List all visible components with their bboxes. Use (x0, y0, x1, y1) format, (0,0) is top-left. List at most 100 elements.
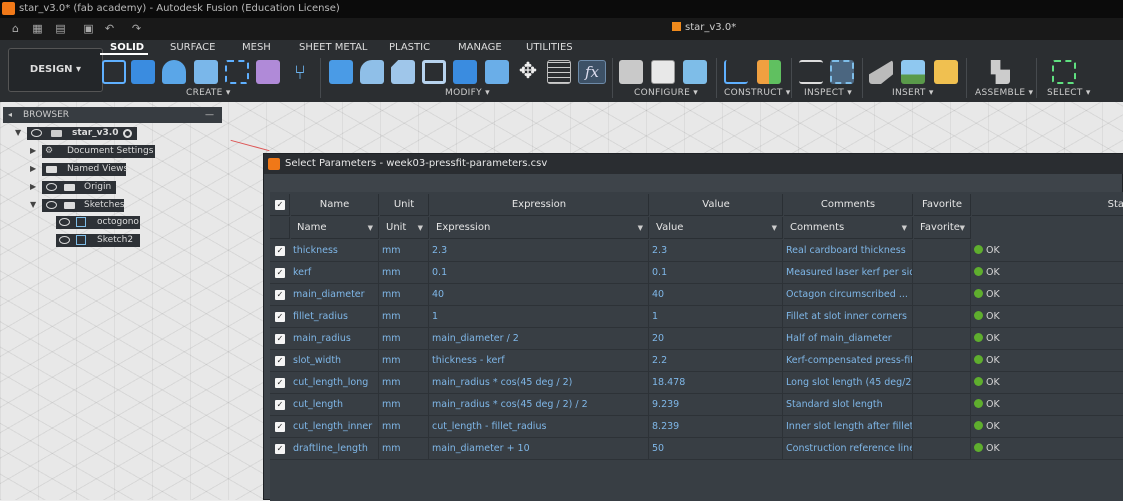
create-sketch-icon[interactable] (102, 60, 126, 84)
hole-icon[interactable] (194, 60, 218, 84)
table-row[interactable]: ✓ thickness mm 2.3 2.3 Real cardboard thickne… (270, 240, 1123, 262)
filter-favorite[interactable]: Favorite ▼ (914, 217, 971, 239)
filter-expression[interactable]: Expression ▼ (430, 217, 649, 239)
cell-favorite[interactable] (914, 394, 971, 416)
browser-sketch-item[interactable]: Sketch2 (56, 234, 140, 247)
tab-mesh[interactable]: MESH (242, 42, 271, 53)
tab-plastic[interactable]: PLASTIC (389, 42, 430, 53)
tab-surface[interactable]: SURFACE (170, 42, 215, 53)
cell-expression[interactable]: main_radius * cos(45 deg / 2) (430, 372, 649, 394)
cell-comment[interactable]: Inner slot length after fillet (784, 416, 913, 438)
dropdown-icon[interactable]: ▼ (368, 217, 373, 239)
cell-favorite[interactable] (914, 262, 971, 284)
cell-expression[interactable]: 40 (430, 284, 649, 306)
minimize-icon[interactable]: — (205, 107, 214, 123)
row-select-checkbox[interactable]: ✓ (275, 378, 285, 388)
visibility-eye-icon[interactable] (46, 183, 57, 191)
new-component-assemble-icon[interactable] (990, 60, 1010, 84)
visibility-eye-icon[interactable] (31, 129, 42, 137)
save-icon[interactable]: ▣ (82, 22, 95, 35)
table-row[interactable]: ✓ fillet_radius mm 1 1 Fillet at slot inner c… (270, 306, 1123, 328)
tab-manage[interactable]: MANAGE (458, 42, 502, 53)
cell-comment[interactable]: Standard slot length (784, 394, 913, 416)
dropdown-icon[interactable]: ▼ (418, 217, 423, 239)
shell-icon[interactable] (422, 60, 446, 84)
expand-arrow-icon[interactable]: ▶ (30, 164, 36, 173)
chamfer-icon[interactable] (391, 60, 415, 84)
column-header-name[interactable]: Name (291, 194, 379, 216)
column-header-comments[interactable]: Comments (784, 194, 913, 216)
press-pull-icon[interactable] (329, 60, 353, 84)
expand-arrow-icon[interactable]: ▶ (30, 182, 36, 191)
fillet-icon[interactable] (360, 60, 384, 84)
row-select-checkbox[interactable]: ✓ (275, 290, 285, 300)
cell-expression[interactable]: main_radius * cos(45 deg / 2) / 2 (430, 394, 649, 416)
grid-icon[interactable]: ▦ (31, 22, 44, 35)
dropdown-icon[interactable]: ▼ (960, 217, 965, 239)
revolve-icon[interactable] (162, 60, 186, 84)
section-analysis-icon[interactable] (830, 60, 854, 84)
table-row[interactable]: ✓ draftline_length mm main_diameter + 10 50 C… (270, 438, 1123, 460)
cell-favorite[interactable] (914, 284, 971, 306)
group-inspect[interactable]: INSPECT ▾ (804, 88, 852, 98)
visibility-eye-icon[interactable] (59, 236, 70, 244)
plane-icon[interactable] (757, 60, 781, 84)
insert-mesh-icon[interactable] (934, 60, 958, 84)
configure-design-icon[interactable] (619, 60, 643, 84)
redo-icon[interactable]: ↷ (130, 22, 143, 35)
cell-comment[interactable]: Half of main_diameter (784, 328, 913, 350)
align-icon[interactable] (547, 60, 571, 84)
cell-expression[interactable]: 2.3 (430, 240, 649, 262)
row-select-checkbox[interactable]: ✓ (275, 268, 285, 278)
filter-unit[interactable]: Unit ▼ (380, 217, 429, 239)
group-select[interactable]: SELECT ▾ (1047, 88, 1091, 98)
expand-arrow-icon[interactable]: ▼ (30, 200, 36, 209)
row-select-checkbox[interactable]: ✓ (275, 444, 285, 454)
group-modify[interactable]: MODIFY ▾ (445, 88, 490, 98)
cell-favorite[interactable] (914, 372, 971, 394)
move-icon[interactable]: ✥ (516, 60, 540, 84)
cell-favorite[interactable] (914, 306, 971, 328)
cell-comment[interactable]: Octagon circumscribed ... (784, 284, 913, 306)
cell-comment[interactable]: Kerf-compensated press-fit ... (784, 350, 913, 372)
cell-expression[interactable]: 0.1 (430, 262, 649, 284)
browser-item-origin[interactable]: Origin (42, 181, 116, 194)
dialog-titlebar[interactable]: Select Parameters - week03-pressfit-para… (264, 154, 1123, 174)
browser-panel-header[interactable]: ◂ BROWSER — (3, 107, 222, 123)
select-window-icon[interactable] (1052, 60, 1076, 84)
file-icon[interactable]: ▤ (54, 22, 67, 35)
browser-item-named-views[interactable]: Named Views (42, 163, 128, 176)
cell-comment[interactable]: Fillet at slot inner corners (784, 306, 913, 328)
joint-icon[interactable]: ⑂ (288, 60, 312, 84)
insert-image-icon[interactable] (901, 60, 925, 84)
browser-sketch-item[interactable]: octogono (56, 216, 140, 229)
column-header-unit[interactable]: Unit (380, 194, 429, 216)
document-tab[interactable]: star_v3.0* (672, 22, 736, 33)
change-parameters-icon[interactable]: fx (578, 60, 606, 84)
cell-expression[interactable]: main_diameter + 10 (430, 438, 649, 460)
table-row[interactable]: ✓ main_radius mm main_diameter / 2 20 Half of… (270, 328, 1123, 350)
filter-comments[interactable]: Comments ▼ (784, 217, 913, 239)
cell-expression[interactable]: thickness - kerf (430, 350, 649, 372)
undo-icon[interactable]: ↶ (103, 22, 116, 35)
group-configure[interactable]: CONFIGURE ▾ (634, 88, 698, 98)
insert-derive-icon[interactable] (869, 60, 893, 84)
table-row[interactable]: ✓ cut_length mm main_radius * cos(45 deg / … (270, 394, 1123, 416)
group-create[interactable]: CREATE ▾ (186, 88, 231, 98)
extrude-icon[interactable] (131, 60, 155, 84)
axis-icon[interactable] (724, 60, 748, 84)
column-header-expression[interactable]: Expression (430, 194, 649, 216)
table-row[interactable]: ✓ kerf mm 0.1 0.1 Measured laser kerf per sid… (270, 262, 1123, 284)
tab-sheet-metal[interactable]: SHEET METAL (299, 42, 367, 53)
browser-item-sketches[interactable]: Sketches (42, 199, 125, 212)
group-insert[interactable]: INSERT ▾ (892, 88, 934, 98)
select-all-checkbox[interactable]: ✓ (275, 200, 285, 210)
group-assemble[interactable]: ASSEMBLE ▾ (975, 88, 1033, 98)
cell-favorite[interactable] (914, 350, 971, 372)
dropdown-icon[interactable]: ▼ (638, 217, 643, 239)
configuration-rule-icon[interactable] (683, 60, 707, 84)
cell-favorite[interactable] (914, 416, 971, 438)
row-select-checkbox[interactable]: ✓ (275, 312, 285, 322)
table-row[interactable]: ✓ main_diameter mm 40 40 Octagon circumscribe… (270, 284, 1123, 306)
expand-arrow-icon[interactable]: ▼ (15, 128, 21, 137)
